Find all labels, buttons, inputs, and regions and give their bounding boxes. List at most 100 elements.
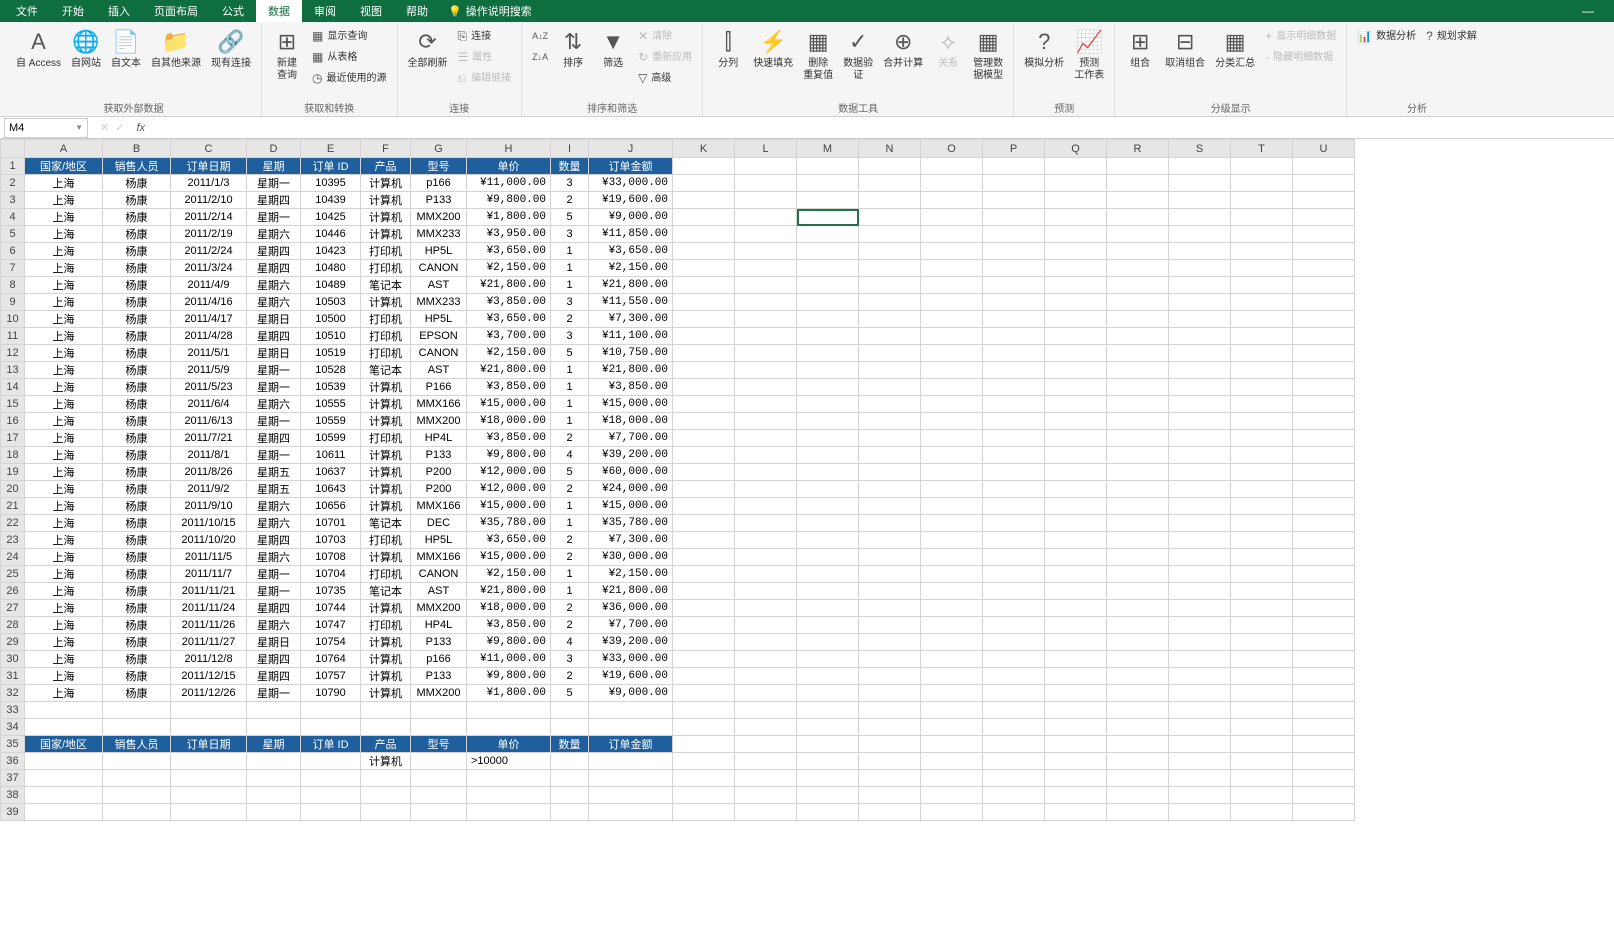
cell-I20[interactable]: 2 (551, 481, 589, 498)
cell-L36[interactable] (735, 753, 797, 770)
cell-K14[interactable] (673, 379, 735, 396)
cell-I13[interactable]: 1 (551, 362, 589, 379)
cell-E16[interactable]: 10559 (301, 413, 361, 430)
row-header-22[interactable]: 22 (1, 515, 25, 532)
cell-F26[interactable]: 笔记本 (361, 583, 411, 600)
cell-T26[interactable] (1231, 583, 1293, 600)
cell-K35[interactable] (673, 736, 735, 753)
cell-N7[interactable] (859, 260, 921, 277)
cell-M29[interactable] (797, 634, 859, 651)
cell-B8[interactable]: 杨康 (103, 277, 171, 294)
cell-K7[interactable] (673, 260, 735, 277)
cell-H15[interactable]: ¥15,000.00 (467, 396, 551, 413)
col-header-E[interactable]: E (301, 140, 361, 158)
cell-S6[interactable] (1169, 243, 1231, 260)
cell-B1[interactable]: 销售人员 (103, 158, 171, 175)
cell-D9[interactable]: 星期六 (247, 294, 301, 311)
cell-P3[interactable] (983, 192, 1045, 209)
cell-O14[interactable] (921, 379, 983, 396)
cell-J34[interactable] (589, 719, 673, 736)
cell-U3[interactable] (1293, 192, 1355, 209)
row-header-16[interactable]: 16 (1, 413, 25, 430)
cell-M15[interactable] (797, 396, 859, 413)
cell-P23[interactable] (983, 532, 1045, 549)
cell-N16[interactable] (859, 413, 921, 430)
cell-O3[interactable] (921, 192, 983, 209)
cell-M33[interactable] (797, 702, 859, 719)
cell-U35[interactable] (1293, 736, 1355, 753)
cell-G37[interactable] (411, 770, 467, 787)
cell-G18[interactable]: P133 (411, 447, 467, 464)
cell-N11[interactable] (859, 328, 921, 345)
cell-T35[interactable] (1231, 736, 1293, 753)
cell-O32[interactable] (921, 685, 983, 702)
cell-K38[interactable] (673, 787, 735, 804)
cell-K22[interactable] (673, 515, 735, 532)
cell-U17[interactable] (1293, 430, 1355, 447)
cell-P9[interactable] (983, 294, 1045, 311)
cell-A13[interactable]: 上海 (25, 362, 103, 379)
cell-B36[interactable] (103, 753, 171, 770)
cell-J26[interactable]: ¥21,800.00 (589, 583, 673, 600)
cell-C7[interactable]: 2011/3/24 (171, 260, 247, 277)
row-header-2[interactable]: 2 (1, 175, 25, 192)
cell-D12[interactable]: 星期日 (247, 345, 301, 362)
cell-A29[interactable]: 上海 (25, 634, 103, 651)
cell-B26[interactable]: 杨康 (103, 583, 171, 600)
cell-T13[interactable] (1231, 362, 1293, 379)
cell-A32[interactable]: 上海 (25, 685, 103, 702)
cell-A10[interactable]: 上海 (25, 311, 103, 328)
menu-tab-插入[interactable]: 插入 (96, 0, 142, 22)
cell-N38[interactable] (859, 787, 921, 804)
existing-conn[interactable]: 🔗现有连接 (207, 26, 255, 98)
cell-N27[interactable] (859, 600, 921, 617)
cell-Q35[interactable] (1045, 736, 1107, 753)
cell-D19[interactable]: 星期五 (247, 464, 301, 481)
cell-A1[interactable]: 国家/地区 (25, 158, 103, 175)
cell-D21[interactable]: 星期六 (247, 498, 301, 515)
cell-S15[interactable] (1169, 396, 1231, 413)
cell-G2[interactable]: p166 (411, 175, 467, 192)
cell-M35[interactable] (797, 736, 859, 753)
cell-K26[interactable] (673, 583, 735, 600)
cell-D2[interactable]: 星期一 (247, 175, 301, 192)
cell-E35[interactable]: 订单 ID (301, 736, 361, 753)
cell-M21[interactable] (797, 498, 859, 515)
cancel-formula-icon[interactable]: ✕ (100, 121, 109, 134)
cell-G21[interactable]: MMX166 (411, 498, 467, 515)
cell-A26[interactable]: 上海 (25, 583, 103, 600)
cell-A27[interactable]: 上海 (25, 600, 103, 617)
col-header-G[interactable]: G (411, 140, 467, 158)
cell-I15[interactable]: 1 (551, 396, 589, 413)
cell-A37[interactable] (25, 770, 103, 787)
col-header-F[interactable]: F (361, 140, 411, 158)
cell-Q36[interactable] (1045, 753, 1107, 770)
col-header-U[interactable]: U (1293, 140, 1355, 158)
cell-B7[interactable]: 杨康 (103, 260, 171, 277)
cell-P7[interactable] (983, 260, 1045, 277)
cell-F21[interactable]: 计算机 (361, 498, 411, 515)
cell-G29[interactable]: P133 (411, 634, 467, 651)
cell-R29[interactable] (1107, 634, 1169, 651)
row-header-37[interactable]: 37 (1, 770, 25, 787)
group[interactable]: ⊞组合 (1121, 26, 1159, 98)
cell-T27[interactable] (1231, 600, 1293, 617)
cell-J31[interactable]: ¥19,600.00 (589, 668, 673, 685)
cell-G16[interactable]: MMX200 (411, 413, 467, 430)
row-header-8[interactable]: 8 (1, 277, 25, 294)
cell-M2[interactable] (797, 175, 859, 192)
cell-Q10[interactable] (1045, 311, 1107, 328)
cell-M12[interactable] (797, 345, 859, 362)
cell-B37[interactable] (103, 770, 171, 787)
cell-C37[interactable] (171, 770, 247, 787)
cell-A22[interactable]: 上海 (25, 515, 103, 532)
cell-J6[interactable]: ¥3,650.00 (589, 243, 673, 260)
row-header-18[interactable]: 18 (1, 447, 25, 464)
cell-O12[interactable] (921, 345, 983, 362)
cell-C12[interactable]: 2011/5/1 (171, 345, 247, 362)
cell-A34[interactable] (25, 719, 103, 736)
cell-P30[interactable] (983, 651, 1045, 668)
cell-T22[interactable] (1231, 515, 1293, 532)
cell-C6[interactable]: 2011/2/24 (171, 243, 247, 260)
cell-H10[interactable]: ¥3,650.00 (467, 311, 551, 328)
